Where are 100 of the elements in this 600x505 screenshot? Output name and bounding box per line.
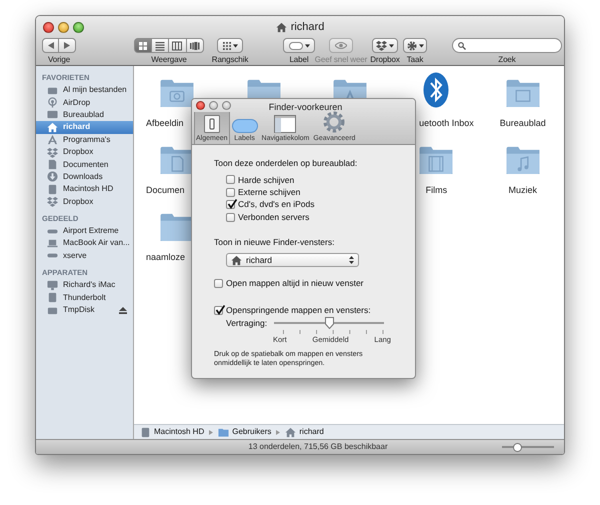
arrange-button[interactable] [217, 38, 243, 53]
updown-arrows-icon [349, 256, 354, 264]
icon-view-icon [138, 40, 148, 50]
file-name[interactable]: naamloze [146, 251, 186, 264]
check-mark-icon [227, 199, 237, 210]
sidebar-item[interactable]: TmpDisk [36, 304, 133, 316]
file-name[interactable]: Documen [146, 184, 185, 198]
checkbox-label: Externe schijven [238, 186, 300, 199]
section-heading: Toon in nieuwe Finder-vensters: [214, 236, 336, 250]
view-button[interactable] [169, 38, 186, 53]
back-button[interactable] [42, 38, 59, 53]
toolbar-label: Vorige [48, 54, 70, 66]
desktop-icon [47, 109, 58, 120]
pill-icon [232, 118, 258, 132]
sidebar-item[interactable]: Airport Extreme [36, 224, 133, 238]
sidebar-item[interactable]: Al mijn bestanden [36, 84, 133, 96]
column-view-icon [172, 40, 182, 50]
monitor-icon [47, 280, 58, 291]
box-icon [376, 40, 387, 51]
file-name[interactable]: Muziek [508, 184, 538, 198]
file-name[interactable]: Films [426, 184, 448, 198]
checkbox-label: Openspringende mappen en vensters: [226, 304, 371, 318]
list-view-icon [154, 40, 165, 50]
box-icon [47, 196, 58, 208]
chevron-icon [209, 430, 214, 434]
home-icon [231, 254, 242, 266]
sidebar-item[interactable]: AirDrop [36, 96, 133, 109]
checkbox-label: Harde schijven [238, 174, 294, 186]
sidebar-item[interactable]: MacBook Air van... [36, 237, 133, 250]
eye-icon [335, 42, 347, 49]
view-button[interactable] [152, 38, 169, 53]
close-button[interactable] [196, 101, 205, 110]
window-icon [274, 114, 296, 132]
file-name[interactable]: uetooth Inbox [419, 117, 474, 130]
window-title: richard [290, 20, 324, 35]
slider-label: Vertraging: [226, 316, 268, 330]
music-folder-icon [504, 145, 541, 175]
checkbox[interactable] [226, 188, 235, 197]
film-folder-icon [418, 145, 454, 175]
zoom-button[interactable] [73, 22, 84, 32]
drive-icon [47, 184, 58, 195]
sidebar-item[interactable]: Programma's [36, 134, 133, 146]
checkbox[interactable] [214, 278, 223, 288]
dropbox-button[interactable] [372, 38, 398, 53]
toolbar-label: Label [289, 54, 309, 66]
switch-icon [204, 114, 220, 132]
sidebar-item[interactable]: Dropbox [36, 196, 133, 208]
desktop-folder-icon [504, 78, 541, 108]
action-button[interactable] [403, 38, 427, 53]
eject-icon [119, 306, 127, 314]
sidebar-item[interactable]: Richard's iMac [36, 279, 133, 292]
sidebar-item[interactable]: Downloads [36, 170, 133, 184]
popup-button[interactable]: richard [226, 253, 359, 268]
sidebar-item[interactable]: Documenten [36, 158, 133, 171]
label-button[interactable] [283, 38, 315, 53]
toolbar-label: Rangschik [212, 54, 248, 66]
minimize-button[interactable] [209, 101, 218, 110]
toolbar-label: Dropbox [370, 54, 400, 66]
checkbox-label: Verbonden servers [238, 210, 310, 224]
sidebar-item[interactable]: Macintosh HD [36, 183, 133, 196]
checkbox-label: Open mappen altijd in nieuw venster [226, 276, 364, 290]
search-field[interactable] [452, 38, 562, 53]
slider-thumb[interactable] [513, 442, 522, 452]
zoom-button[interactable] [222, 101, 231, 110]
view-button[interactable] [134, 38, 152, 53]
download-icon [47, 171, 58, 182]
checkbox[interactable] [214, 306, 223, 316]
file-name[interactable]: Bureaublad [500, 117, 546, 130]
sidebar-item[interactable]: xserve [36, 250, 133, 262]
left-triangle-icon [48, 42, 54, 49]
caret-icon [232, 44, 238, 48]
sidebar-item[interactable]: Bureaublad [36, 108, 133, 122]
view-button[interactable] [186, 38, 204, 53]
checkbox-label: Cd's, dvd's en iPods [238, 198, 314, 212]
caret-icon [418, 44, 424, 48]
checkbox[interactable] [226, 175, 235, 184]
antenna-icon [47, 97, 58, 108]
path-item[interactable]: Macintosh HD [140, 426, 204, 438]
bluetooth-icon [423, 72, 450, 108]
apps-icon [47, 134, 58, 146]
checkbox[interactable] [226, 212, 235, 222]
path-item[interactable]: richard [285, 426, 324, 438]
slider-thumb[interactable] [324, 317, 334, 330]
toolbar-label: Weergave [151, 54, 187, 66]
gear-icon [406, 40, 416, 50]
path-item[interactable]: Gebruikers [218, 426, 272, 438]
sidebar-item[interactable]: Thunderbolt [36, 291, 133, 304]
toolbar-label: Zoek [498, 54, 516, 66]
checkbox[interactable] [226, 200, 235, 210]
check-mark-icon [215, 305, 225, 316]
cover-flow-icon [190, 40, 200, 50]
minimize-button[interactable] [58, 22, 69, 32]
toolbar-label: Geef snel weer [314, 54, 368, 66]
sidebar-item[interactable]: Dropbox [36, 146, 133, 158]
forward-button[interactable] [59, 38, 76, 53]
file-name[interactable]: Afbeeldin [146, 117, 184, 130]
status-text: 13 onderdelen, 715,56 GB beschikbaar [247, 441, 389, 453]
home-icon [285, 426, 296, 438]
close-button[interactable] [43, 22, 54, 32]
caret-icon [389, 44, 394, 48]
